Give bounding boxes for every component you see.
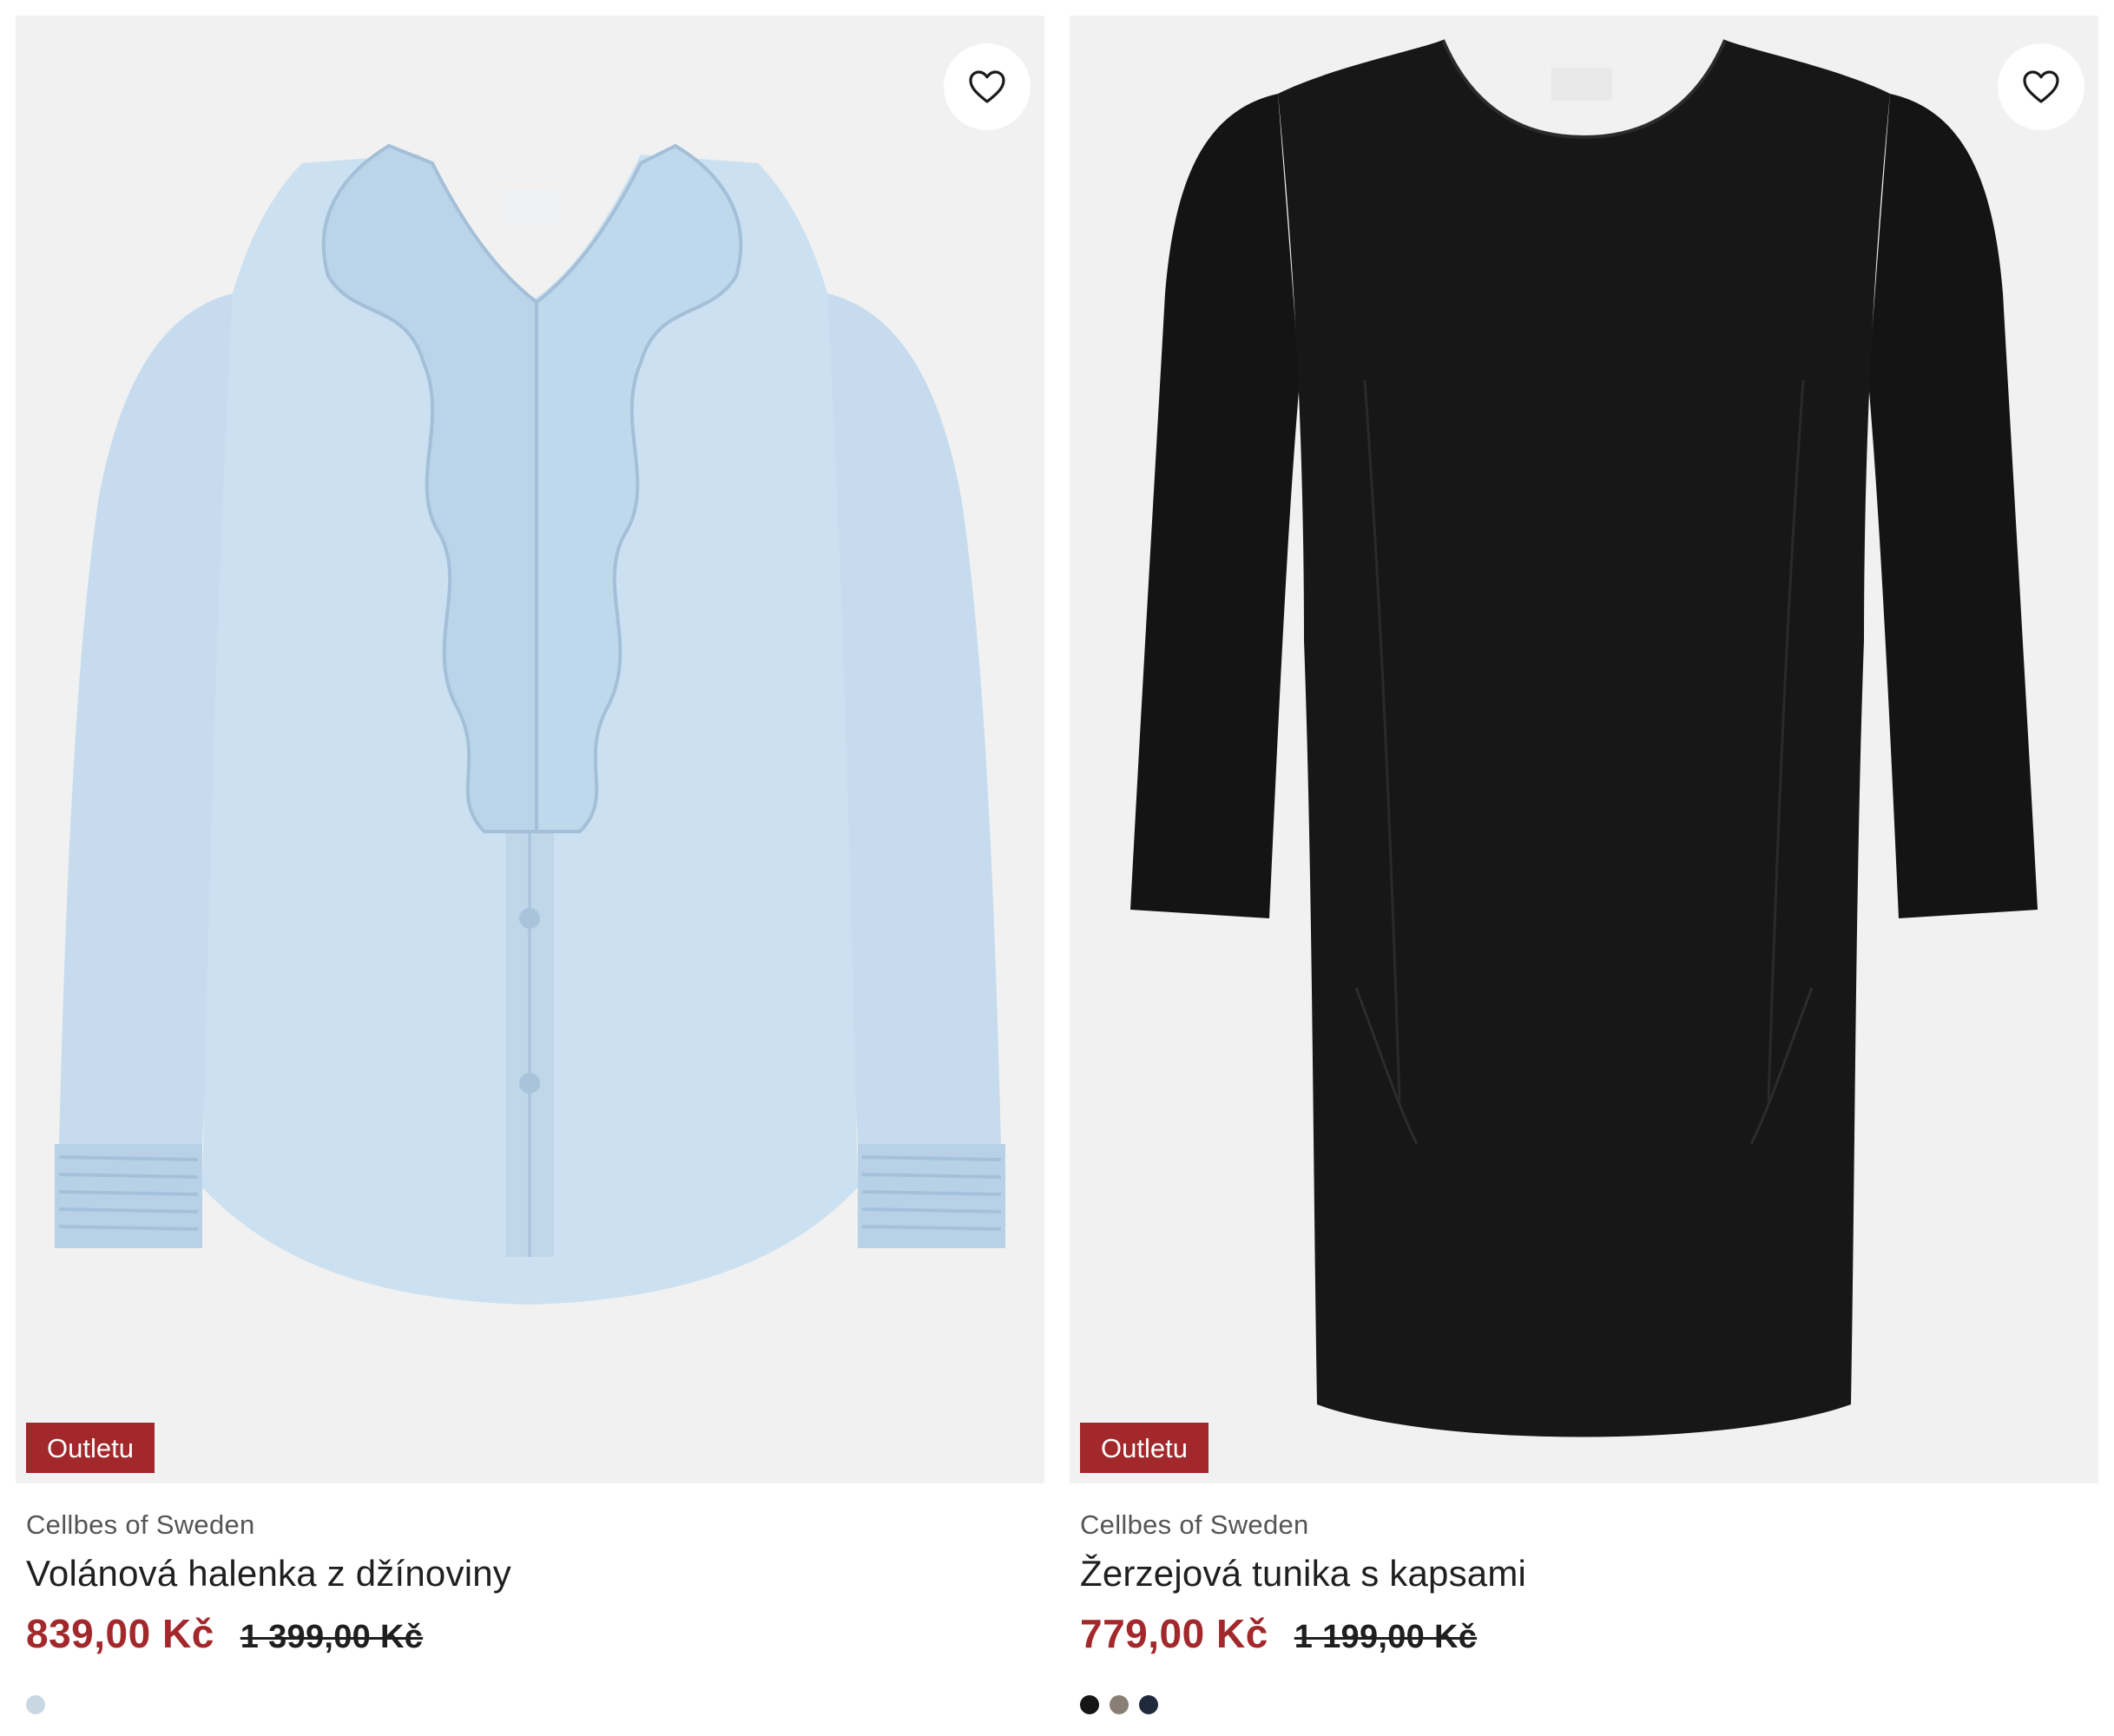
denim-ruffle-blouse-image xyxy=(55,143,1005,1305)
color-swatch[interactable] xyxy=(26,1695,45,1714)
product-brand: Cellbes of Sweden xyxy=(1080,1509,1309,1540)
product-prices: 779,00 Kč 1 199,00 Kč xyxy=(1080,1610,2098,1657)
product-title[interactable]: Žerzejová tunika s kapsami xyxy=(1080,1553,2098,1595)
product-card[interactable]: Outletu Cellbes of Sweden Žerzejová tuni… xyxy=(1070,16,2098,1714)
outlet-badge: Outletu xyxy=(1080,1423,1208,1473)
product-grid: Outletu Cellbes of Sweden Volánová halen… xyxy=(16,16,2098,1714)
product-card[interactable]: Outletu Cellbes of Sweden Volánová halen… xyxy=(16,16,1044,1714)
original-price: 1 199,00 Kč xyxy=(1294,1619,1478,1655)
wishlist-button[interactable] xyxy=(944,43,1031,130)
color-swatch[interactable] xyxy=(1110,1695,1129,1714)
heart-icon xyxy=(969,70,1005,103)
color-swatch[interactable] xyxy=(1080,1695,1099,1714)
black-jersey-tunic-image xyxy=(1130,39,2038,1437)
sale-price: 839,00 Kč xyxy=(26,1611,214,1656)
color-swatch[interactable] xyxy=(1139,1695,1158,1714)
product-title[interactable]: Volánová halenka z džínoviny xyxy=(26,1553,1044,1595)
product-image[interactable]: Outletu xyxy=(16,16,1044,1483)
heart-icon xyxy=(2023,70,2059,103)
outlet-badge: Outletu xyxy=(26,1423,155,1473)
product-image[interactable]: Outletu xyxy=(1070,16,2098,1483)
original-price: 1 399,00 Kč xyxy=(240,1619,424,1655)
color-swatches xyxy=(1080,1695,2098,1714)
product-prices: 839,00 Kč 1 399,00 Kč xyxy=(26,1610,1044,1657)
sale-price: 779,00 Kč xyxy=(1080,1611,1268,1656)
product-brand: Cellbes of Sweden xyxy=(26,1509,255,1540)
color-swatches xyxy=(26,1695,1044,1714)
wishlist-button[interactable] xyxy=(1998,43,2084,130)
